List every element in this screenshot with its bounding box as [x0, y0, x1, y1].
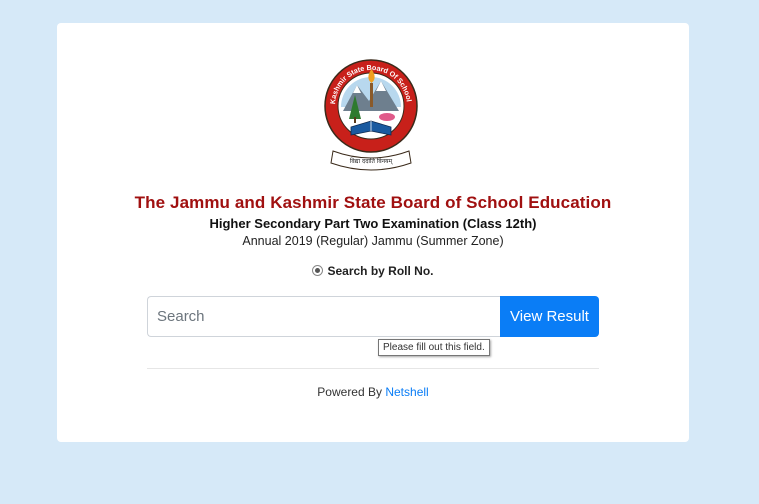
- divider: [147, 368, 599, 369]
- exam-session: Annual 2019 (Regular) Jammu (Summer Zone…: [242, 234, 504, 248]
- exam-subtitle: Higher Secondary Part Two Examination (C…: [209, 216, 537, 231]
- result-card: Jammu & Kashmir State Board Of School Ed…: [57, 23, 689, 442]
- search-option[interactable]: Search by Roll No.: [57, 264, 689, 278]
- view-result-button[interactable]: View Result: [500, 296, 599, 337]
- roll-no-radio[interactable]: [312, 265, 324, 276]
- validation-tooltip: Please fill out this field.: [378, 339, 490, 356]
- logo-motto: विद्या ददाति विनयम्: [350, 157, 393, 165]
- board-title: The Jammu and Kashmir State Board of Sch…: [134, 193, 612, 212]
- footer-prefix: Powered By: [317, 385, 382, 399]
- search-input[interactable]: [147, 296, 500, 337]
- board-logo: Jammu & Kashmir State Board Of School Ed…: [319, 51, 418, 171]
- roll-no-radio-label: Search by Roll No.: [327, 264, 434, 278]
- netshell-link[interactable]: Netshell: [385, 385, 428, 399]
- footer: Powered By Netshell: [57, 385, 689, 399]
